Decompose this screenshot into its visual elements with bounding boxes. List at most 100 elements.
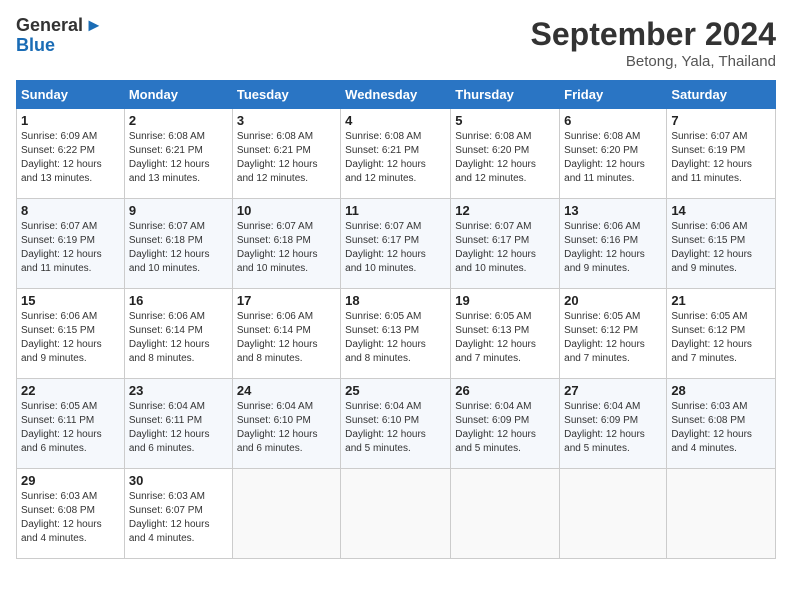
day-number: 23: [129, 383, 228, 398]
day-info: Sunrise: 6:08 AM Sunset: 6:20 PM Dayligh…: [564, 130, 662, 186]
calendar-cell: 18 Sunrise: 6:05 AM Sunset: 6:13 PM Dayli…: [341, 289, 451, 379]
calendar-cell: 3Sunrise: 6:08 AM Sunset: 6:21 PM Daylig…: [232, 109, 340, 199]
day-number: 30: [129, 473, 228, 488]
day-number: 1: [21, 113, 120, 128]
calendar-cell: 5 Sunrise: 6:08 AM Sunset: 6:20 PM Daylig…: [451, 109, 560, 199]
calendar-cell: 7 Sunrise: 6:07 AM Sunset: 6:19 PM Daylig…: [667, 109, 776, 199]
day-info: Sunrise: 6:03 AM Sunset: 6:07 PM Dayligh…: [129, 490, 228, 546]
calendar-cell: [667, 469, 776, 559]
calendar-cell: [341, 469, 451, 559]
day-info: Sunrise: 6:09 AM Sunset: 6:22 PM Dayligh…: [21, 130, 120, 186]
day-info: Sunrise: 6:07 AM Sunset: 6:19 PM Dayligh…: [671, 130, 771, 186]
day-number: 5: [455, 113, 555, 128]
day-number: 7: [671, 113, 771, 128]
day-info: Sunrise: 6:05 AM Sunset: 6:11 PM Dayligh…: [21, 400, 120, 456]
page-header: General► Blue September 2024 Betong, Yal…: [16, 16, 776, 70]
day-info: Sunrise: 6:06 AM Sunset: 6:14 PM Dayligh…: [237, 310, 336, 366]
day-info: Sunrise: 6:06 AM Sunset: 6:15 PM Dayligh…: [21, 310, 120, 366]
day-number: 27: [564, 383, 662, 398]
day-info: Sunrise: 6:07 AM Sunset: 6:18 PM Dayligh…: [129, 220, 228, 276]
col-header-thursday: Thursday: [451, 81, 560, 109]
calendar-cell: [560, 469, 667, 559]
day-info: Sunrise: 6:03 AM Sunset: 6:08 PM Dayligh…: [671, 400, 771, 456]
col-header-monday: Monday: [124, 81, 232, 109]
calendar-cell: 30 Sunrise: 6:03 AM Sunset: 6:07 PM Dayli…: [124, 469, 232, 559]
calendar-cell: 1 Sunrise: 6:09 AM Sunset: 6:22 PM Daylig…: [17, 109, 125, 199]
logo-wordmark: General► Blue: [16, 16, 103, 56]
col-header-friday: Friday: [560, 81, 667, 109]
day-number: 17: [237, 293, 336, 308]
day-info: Sunrise: 6:06 AM Sunset: 6:16 PM Dayligh…: [564, 220, 662, 276]
calendar-cell: 21 Sunrise: 6:05 AM Sunset: 6:12 PM Dayli…: [667, 289, 776, 379]
day-number: 4: [345, 113, 446, 128]
day-info: Sunrise: 6:08 AM Sunset: 6:21 PM Dayligh…: [237, 130, 336, 186]
day-number: 11: [345, 203, 446, 218]
day-number: 16: [129, 293, 228, 308]
calendar-cell: 28Sunrise: 6:03 AM Sunset: 6:08 PM Dayli…: [667, 379, 776, 469]
calendar-cell: 9 Sunrise: 6:07 AM Sunset: 6:18 PM Daylig…: [124, 199, 232, 289]
calendar-cell: [232, 469, 340, 559]
calendar-cell: 23 Sunrise: 6:04 AM Sunset: 6:11 PM Dayli…: [124, 379, 232, 469]
day-number: 29: [21, 473, 120, 488]
day-info: Sunrise: 6:05 AM Sunset: 6:13 PM Dayligh…: [345, 310, 446, 366]
calendar-cell: 2 Sunrise: 6:08 AM Sunset: 6:21 PM Daylig…: [124, 109, 232, 199]
col-header-saturday: Saturday: [667, 81, 776, 109]
month-title: September 2024: [531, 16, 776, 53]
day-number: 6: [564, 113, 662, 128]
day-info: Sunrise: 6:04 AM Sunset: 6:09 PM Dayligh…: [564, 400, 662, 456]
day-info: Sunrise: 6:08 AM Sunset: 6:20 PM Dayligh…: [455, 130, 555, 186]
col-header-sunday: Sunday: [17, 81, 125, 109]
day-info: Sunrise: 6:07 AM Sunset: 6:19 PM Dayligh…: [21, 220, 120, 276]
calendar-cell: 20Sunrise: 6:05 AM Sunset: 6:12 PM Dayli…: [560, 289, 667, 379]
calendar-cell: 16 Sunrise: 6:06 AM Sunset: 6:14 PM Dayli…: [124, 289, 232, 379]
day-info: Sunrise: 6:06 AM Sunset: 6:15 PM Dayligh…: [671, 220, 771, 276]
day-number: 22: [21, 383, 120, 398]
day-number: 2: [129, 113, 228, 128]
calendar-cell: 10 Sunrise: 6:07 AM Sunset: 6:18 PM Dayli…: [232, 199, 340, 289]
day-info: Sunrise: 6:04 AM Sunset: 6:09 PM Dayligh…: [455, 400, 555, 456]
calendar-cell: 26Sunrise: 6:04 AM Sunset: 6:09 PM Dayli…: [451, 379, 560, 469]
day-number: 15: [21, 293, 120, 308]
day-info: Sunrise: 6:05 AM Sunset: 6:13 PM Dayligh…: [455, 310, 555, 366]
day-info: Sunrise: 6:08 AM Sunset: 6:21 PM Dayligh…: [129, 130, 228, 186]
calendar-cell: 27 Sunrise: 6:04 AM Sunset: 6:09 PM Dayli…: [560, 379, 667, 469]
day-info: Sunrise: 6:05 AM Sunset: 6:12 PM Dayligh…: [671, 310, 771, 366]
calendar-cell: [451, 469, 560, 559]
day-number: 25: [345, 383, 446, 398]
day-number: 14: [671, 203, 771, 218]
calendar-cell: 15 Sunrise: 6:06 AM Sunset: 6:15 PM Dayli…: [17, 289, 125, 379]
location-subtitle: Betong, Yala, Thailand: [531, 53, 776, 70]
calendar-cell: 12Sunrise: 6:07 AM Sunset: 6:17 PM Dayli…: [451, 199, 560, 289]
day-info: Sunrise: 6:04 AM Sunset: 6:10 PM Dayligh…: [237, 400, 336, 456]
logo: General► Blue: [16, 16, 103, 56]
col-header-tuesday: Tuesday: [232, 81, 340, 109]
day-info: Sunrise: 6:04 AM Sunset: 6:10 PM Dayligh…: [345, 400, 446, 456]
day-number: 19: [455, 293, 555, 308]
calendar-cell: 13Sunrise: 6:06 AM Sunset: 6:16 PM Dayli…: [560, 199, 667, 289]
calendar-cell: 8 Sunrise: 6:07 AM Sunset: 6:19 PM Daylig…: [17, 199, 125, 289]
title-block: September 2024 Betong, Yala, Thailand: [531, 16, 776, 70]
day-info: Sunrise: 6:07 AM Sunset: 6:17 PM Dayligh…: [455, 220, 555, 276]
day-info: Sunrise: 6:07 AM Sunset: 6:18 PM Dayligh…: [237, 220, 336, 276]
calendar-cell: 22 Sunrise: 6:05 AM Sunset: 6:11 PM Dayli…: [17, 379, 125, 469]
calendar-table: SundayMondayTuesdayWednesdayThursdayFrid…: [16, 80, 776, 559]
day-info: Sunrise: 6:08 AM Sunset: 6:21 PM Dayligh…: [345, 130, 446, 186]
col-header-wednesday: Wednesday: [341, 81, 451, 109]
day-info: Sunrise: 6:04 AM Sunset: 6:11 PM Dayligh…: [129, 400, 228, 456]
calendar-cell: 17 Sunrise: 6:06 AM Sunset: 6:14 PM Dayli…: [232, 289, 340, 379]
calendar-cell: 29 Sunrise: 6:03 AM Sunset: 6:08 PM Dayli…: [17, 469, 125, 559]
day-info: Sunrise: 6:06 AM Sunset: 6:14 PM Dayligh…: [129, 310, 228, 366]
calendar-cell: 4 Sunrise: 6:08 AM Sunset: 6:21 PM Daylig…: [341, 109, 451, 199]
day-number: 18: [345, 293, 446, 308]
calendar-cell: 11 Sunrise: 6:07 AM Sunset: 6:17 PM Dayli…: [341, 199, 451, 289]
day-number: 24: [237, 383, 336, 398]
day-number: 10: [237, 203, 336, 218]
day-number: 20: [564, 293, 662, 308]
day-info: Sunrise: 6:07 AM Sunset: 6:17 PM Dayligh…: [345, 220, 446, 276]
day-number: 8: [21, 203, 120, 218]
day-number: 21: [671, 293, 771, 308]
day-info: Sunrise: 6:03 AM Sunset: 6:08 PM Dayligh…: [21, 490, 120, 546]
day-number: 9: [129, 203, 228, 218]
calendar-cell: 6 Sunrise: 6:08 AM Sunset: 6:20 PM Daylig…: [560, 109, 667, 199]
calendar-cell: 25 Sunrise: 6:04 AM Sunset: 6:10 PM Dayli…: [341, 379, 451, 469]
